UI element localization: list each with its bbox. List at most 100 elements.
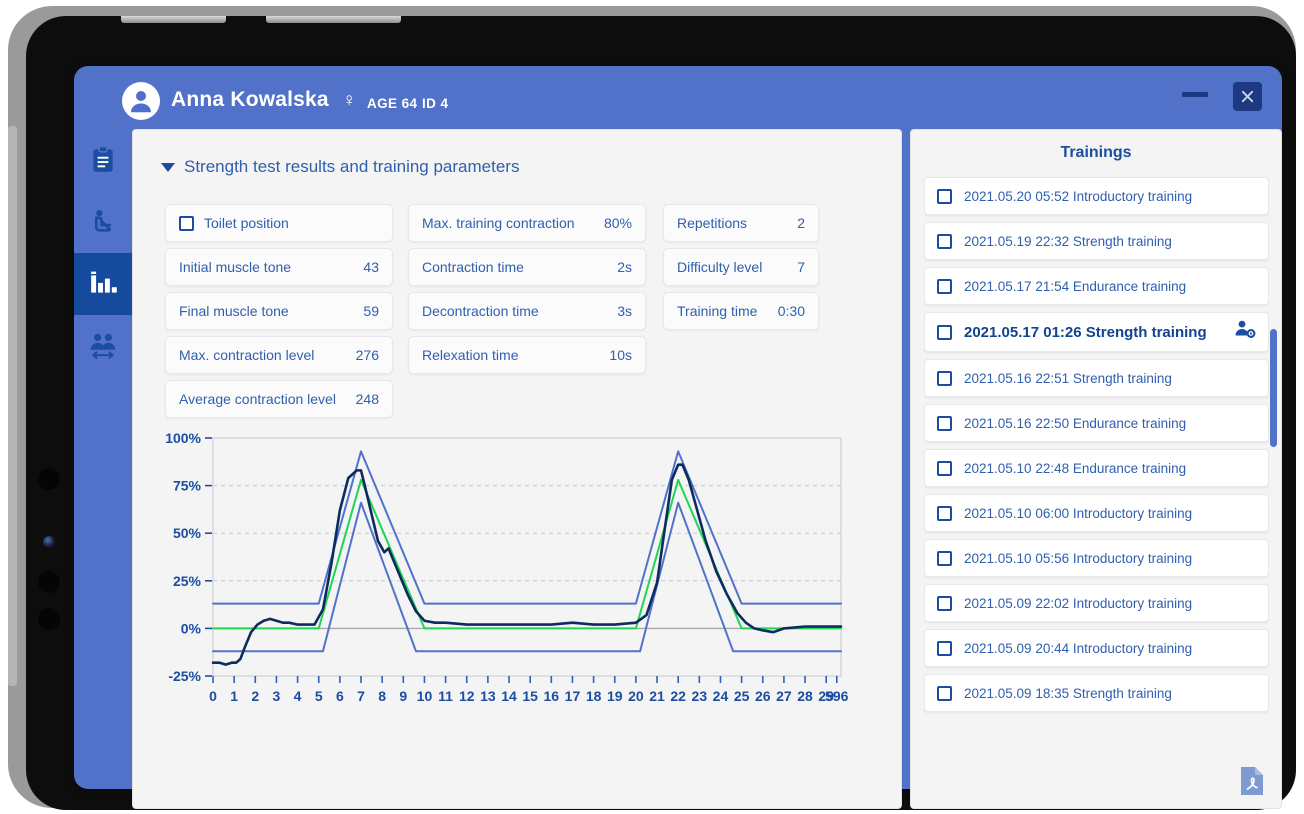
chart-xtick-label: 0 [209, 688, 217, 704]
checkbox[interactable] [937, 640, 952, 656]
tablet-top-tab-left [121, 16, 226, 23]
trainings-scrollbar[interactable] [1270, 329, 1277, 447]
chart-xtick-label: 19 [607, 688, 623, 704]
parameter-card: Decontraction time 3s [408, 292, 646, 330]
chart-ytick-label: 0% [181, 620, 202, 636]
parameter-label: Repetitions [677, 215, 748, 231]
sidebar-item-statistics[interactable] [74, 253, 132, 315]
tablet-button-middle[interactable] [38, 571, 60, 593]
two-people-icon [90, 333, 116, 359]
parameter-value: 7 [797, 259, 805, 275]
training-row[interactable]: 2021.05.10 22:48 Endurance training [924, 449, 1269, 487]
application-window: Anna Kowalska ♀ AGE 64 ID 4 Strength tes… [74, 66, 1282, 809]
chart-xtick-label: 5 [315, 688, 323, 704]
chart-xtick-label: 4 [294, 688, 302, 704]
checkbox[interactable] [179, 215, 194, 231]
chart-xtick-label: 16 [544, 688, 560, 704]
training-label: 2021.05.10 05:56 Introductory training [964, 550, 1193, 566]
user-settings-icon[interactable] [1234, 320, 1256, 345]
section-header-toggle[interactable]: Strength test results and training param… [161, 157, 519, 177]
parameter-value: 43 [363, 259, 379, 275]
checkbox[interactable] [937, 685, 952, 701]
training-row[interactable]: 2021.05.16 22:51 Strength training [924, 359, 1269, 397]
chart-xtick-label: 10 [417, 688, 433, 704]
training-row[interactable]: 2021.05.09 22:02 Introductory training [924, 584, 1269, 622]
training-label: 2021.05.10 22:48 Endurance training [964, 460, 1187, 476]
parameter-value: 3s [617, 303, 632, 319]
parameter-label: Max. training contraction [422, 215, 575, 231]
sidebar-item-patients[interactable] [74, 315, 132, 377]
tablet-button-top[interactable] [38, 468, 60, 490]
trainings-title: Trainings [1060, 144, 1132, 161]
training-row[interactable]: 2021.05.17 21:54 Endurance training [924, 267, 1269, 305]
parameter-label: Contraction time [422, 259, 524, 275]
tablet-camera-lens [43, 536, 55, 548]
training-label: 2021.05.17 01:26 Strength training [964, 323, 1207, 341]
chart-xtick-label: 20 [628, 688, 644, 704]
checkbox[interactable] [937, 324, 952, 340]
checkbox[interactable] [937, 505, 952, 521]
minimize-button[interactable] [1182, 92, 1208, 97]
checkbox[interactable] [937, 595, 952, 611]
checkbox[interactable] [937, 188, 952, 204]
checkbox[interactable] [937, 550, 952, 566]
avatar [122, 82, 160, 120]
pdf-export-button[interactable] [1239, 766, 1265, 796]
parameter-card[interactable]: Toilet position [165, 204, 393, 242]
page-title: Anna Kowalska [171, 88, 329, 111]
checkbox[interactable] [937, 415, 952, 431]
training-row[interactable]: 2021.05.09 20:44 Introductory training [924, 629, 1269, 667]
chart-xtick-label: 8 [378, 688, 386, 704]
chart-xtick-label: 24 [713, 688, 729, 704]
training-row[interactable]: 2021.05.10 05:56 Introductory training [924, 539, 1269, 577]
chart-ytick-label: 25% [173, 573, 202, 589]
checkbox[interactable] [937, 460, 952, 476]
training-row[interactable]: 2021.05.09 18:35 Strength training [924, 674, 1269, 712]
parameter-column-3: Repetitions 2 Difficulty level 7 Training ti… [663, 204, 819, 336]
tablet-top-tab-right [266, 16, 401, 23]
checkbox[interactable] [937, 233, 952, 249]
pdf-export-icon [1241, 767, 1263, 795]
training-label: 2021.05.17 21:54 Endurance training [964, 278, 1187, 294]
chart-xtick-label: 17 [565, 688, 581, 704]
training-row[interactable]: 2021.05.19 22:32 Strength training [924, 222, 1269, 260]
chart-xtick-label: 11 [438, 688, 453, 704]
chart-xtick-label: 2 [251, 688, 259, 704]
tablet-outer-frame: Anna Kowalska ♀ AGE 64 ID 4 Strength tes… [8, 6, 1296, 810]
training-row[interactable]: 2021.05.10 06:00 Introductory training [924, 494, 1269, 532]
chart-xtick-label: 22 [670, 688, 686, 704]
sidebar-item-clipboard[interactable] [74, 129, 132, 191]
sidebar-item-seated-patient[interactable] [74, 191, 132, 253]
training-label: 2021.05.19 22:32 Strength training [964, 233, 1172, 249]
chart-svg: 100%75%50%25%0%-25%0 1 2 3 4 5 6 7 8 9 10 11 12 13 14 1… [165, 430, 848, 704]
parameter-label: Difficulty level [677, 259, 763, 275]
chart-xtick-label: 9 [399, 688, 407, 704]
parameter-card: Final muscle tone 59 [165, 292, 393, 330]
parameter-label: Toilet position [204, 215, 289, 231]
tablet-button-bottom[interactable] [38, 608, 60, 630]
parameter-value: 2s [617, 259, 632, 275]
checkbox[interactable] [937, 278, 952, 294]
parameter-value: 10s [609, 347, 632, 363]
chart-xtick-label: 7 [357, 688, 365, 704]
parameter-label: Training time [677, 303, 758, 319]
chart-xtick-label: 28 [797, 688, 813, 704]
bar-chart-icon [91, 271, 117, 293]
parameter-label: Relexation time [422, 347, 519, 363]
chart-ytick-label: 75% [173, 478, 202, 494]
close-button[interactable] [1233, 82, 1262, 111]
strength-test-chart: 100% 75% 50% 25% 0% -25% 0 1 2 3 4 5 6 7 8 9 10 11 12 13 14 1… [155, 430, 855, 720]
trainings-list: 2021.05.20 05:52 Introductory training 20… [924, 177, 1269, 757]
training-row[interactable]: 2021.05.20 05:52 Introductory training [924, 177, 1269, 215]
parameter-value: 248 [355, 391, 379, 407]
parameter-card: Relexation time 10s [408, 336, 646, 374]
tablet-bezel: Anna Kowalska ♀ AGE 64 ID 4 Strength tes… [26, 16, 1296, 810]
training-row-selected[interactable]: 2021.05.17 01:26 Strength training [924, 312, 1269, 352]
gender-female-icon: ♀ [342, 90, 357, 111]
parameter-card: Repetitions 2 [663, 204, 819, 242]
parameter-value: 59 [363, 303, 379, 319]
main-content-panel: Strength test results and training param… [132, 129, 902, 809]
training-row[interactable]: 2021.05.16 22:50 Endurance training [924, 404, 1269, 442]
parameter-value: 0:30 [777, 303, 805, 319]
checkbox[interactable] [937, 370, 952, 386]
